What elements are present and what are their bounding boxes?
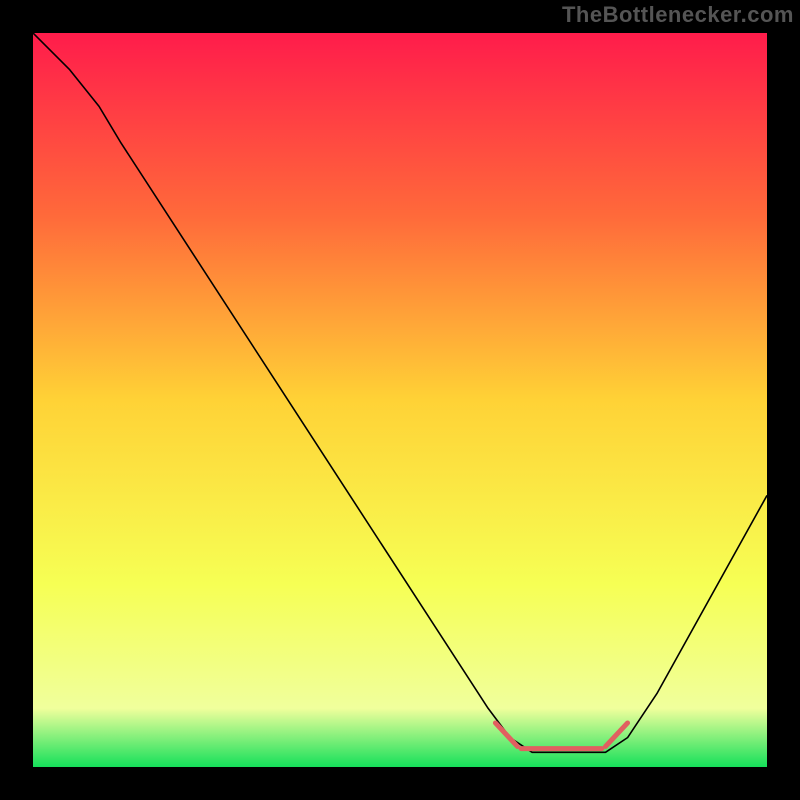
plot-area [33, 33, 767, 767]
gradient-background [33, 33, 767, 767]
chart-frame: TheBottlenecker.com [0, 0, 800, 800]
watermark-text: TheBottlenecker.com [562, 2, 794, 28]
plot-svg [33, 33, 767, 767]
